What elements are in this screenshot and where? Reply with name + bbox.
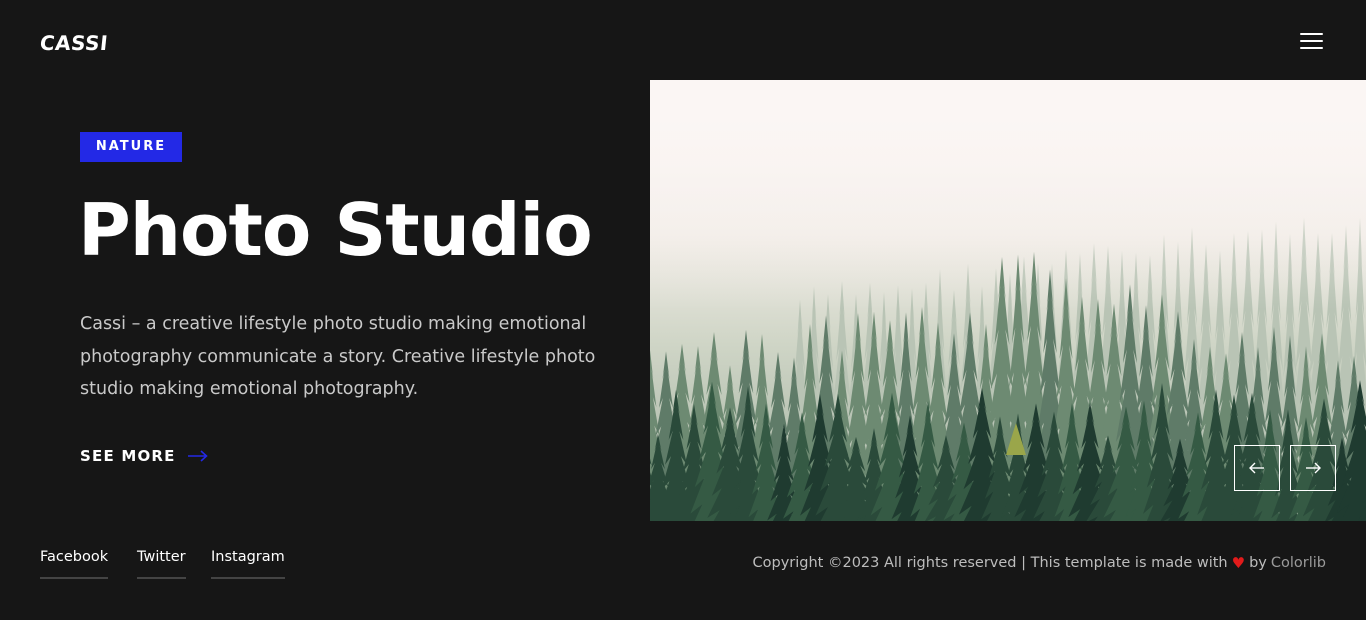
heart-icon: ♥ [1231,554,1246,572]
twitter-link[interactable]: Twitter [137,549,186,579]
slider-next-button[interactable] [1290,445,1336,491]
instagram-link[interactable]: Instagram [211,549,285,579]
copyright-text: Copyright ©2023 All rights reserved | Th… [752,555,1228,571]
arrow-right-icon [187,450,208,462]
colorlib-link[interactable]: Colorlib [1271,555,1326,571]
slider-prev-button[interactable] [1234,445,1280,491]
arrow-left-icon [1249,459,1265,478]
hamburger-menu-icon[interactable] [1298,30,1326,52]
page: CASSI NATURE Photo Studio Cassi – a crea… [0,0,1366,620]
copyright-by: by [1249,555,1267,571]
hero-title: Photo Studio [78,188,593,272]
arrow-right-icon [1305,459,1321,478]
copyright: Copyright ©2023 All rights reserved | Th… [753,554,1326,572]
logo[interactable]: CASSI [39,31,110,55]
hero-description: Cassi – a creative lifestyle photo studi… [80,314,596,399]
facebook-link[interactable]: Facebook [40,549,109,579]
see-more-label: SEE MORE [80,447,176,465]
see-more-link[interactable]: SEE MORE [80,444,208,468]
category-badge[interactable]: NATURE [80,132,182,162]
